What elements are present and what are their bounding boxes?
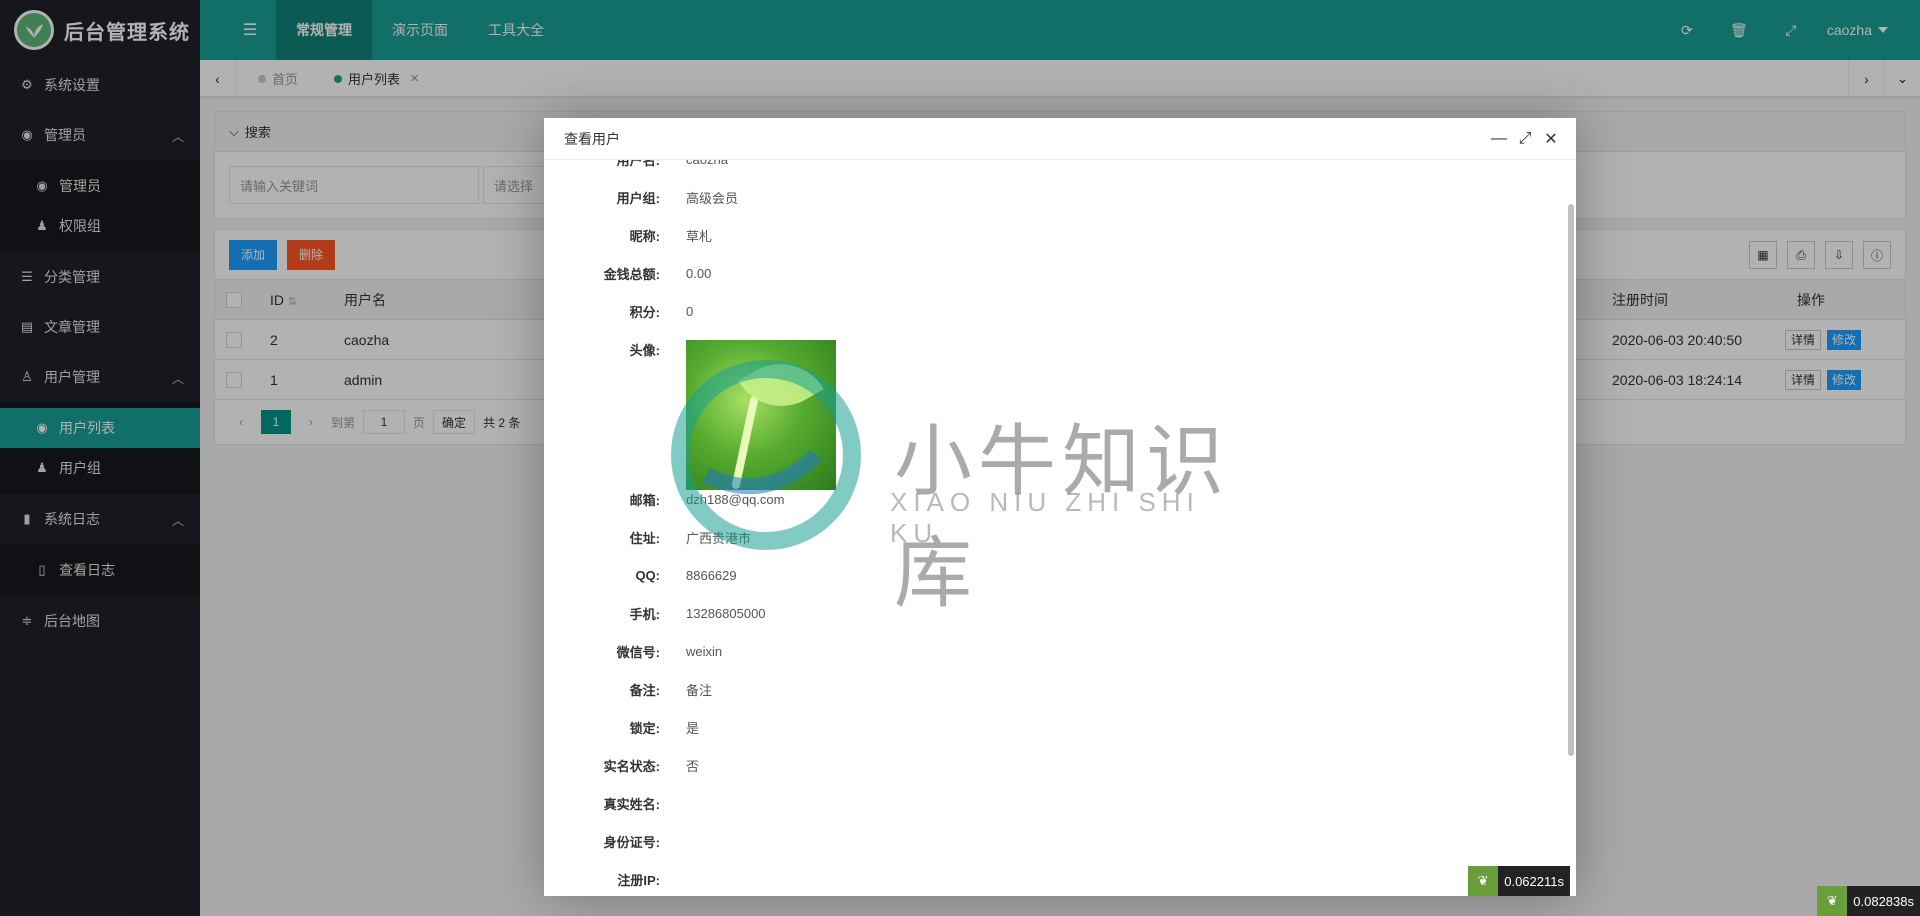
field-label: 头像: bbox=[629, 343, 660, 358]
field-label: 实名状态: bbox=[603, 758, 660, 774]
page-timing-badge: ❦ 0.082838s bbox=[1817, 886, 1920, 916]
field-label: 昵称: bbox=[629, 228, 660, 244]
field-value: 备注 bbox=[686, 682, 713, 698]
field-value: 8866629 bbox=[686, 567, 737, 583]
field-label: 积分: bbox=[629, 304, 660, 320]
field-qq: QQ: 8866629 bbox=[544, 556, 1576, 594]
field-value: 广西贵港市 bbox=[686, 530, 752, 546]
field-value: 0 bbox=[686, 303, 694, 319]
maximize-icon[interactable]: ⤢ bbox=[1514, 129, 1536, 149]
field-label: 备注: bbox=[629, 682, 660, 698]
field-avatar: 头像: bbox=[544, 330, 1576, 490]
field-wechat: 微信号: weixin bbox=[544, 632, 1576, 670]
field-label: 住址: bbox=[629, 530, 660, 546]
field-remark: 备注: 备注 bbox=[544, 670, 1576, 708]
field-value: 高级会员 bbox=[686, 190, 739, 206]
field-phone: 手机: 13286805000 bbox=[544, 594, 1576, 632]
field-label: 金钱总额: bbox=[603, 266, 660, 282]
field-value: caozha bbox=[676, 160, 728, 167]
modal-scrollbar[interactable] bbox=[1568, 204, 1574, 756]
field-value: 否 bbox=[686, 758, 700, 774]
field-value: 0.00 bbox=[686, 265, 712, 281]
leaf-logo-icon: ❦ bbox=[1468, 866, 1499, 896]
field-locked: 锁定: 是 bbox=[544, 708, 1576, 746]
field-label: 身份证号: bbox=[603, 834, 660, 850]
field-value: dzh188@qq.com bbox=[686, 491, 785, 507]
field-reg-ip: 注册IP: bbox=[544, 860, 1576, 896]
field-label: 手机: bbox=[629, 606, 660, 622]
leaf-logo-icon: ❦ bbox=[1817, 886, 1848, 916]
modal-title: 查看用户 bbox=[544, 118, 1576, 160]
field-label: 注册IP: bbox=[617, 872, 660, 888]
field-real-name: 真实姓名: bbox=[544, 784, 1576, 822]
view-user-modal: 查看用户 — ⤢ ✕ 用户名: caozha 用户组: 高级会员 昵称: 草札 … bbox=[544, 118, 1576, 896]
field-points: 积分: 0 bbox=[544, 292, 1576, 330]
field-label: QQ: bbox=[635, 567, 660, 583]
field-value: 13286805000 bbox=[686, 605, 766, 621]
field-value: weixin bbox=[686, 643, 723, 659]
field-user-group: 用户组: 高级会员 bbox=[544, 178, 1576, 216]
field-value: 是 bbox=[686, 720, 700, 736]
minimize-icon[interactable]: — bbox=[1488, 129, 1510, 149]
field-label: 真实姓名: bbox=[603, 796, 660, 812]
avatar-image bbox=[686, 340, 836, 490]
field-label: 锁定: bbox=[629, 720, 660, 736]
page-timing-value: 0.082838s bbox=[1853, 893, 1914, 909]
field-label: 用户组: bbox=[616, 190, 660, 206]
field-username: 用户名: caozha bbox=[544, 160, 1576, 178]
modal-timing-badge: ❦ 0.062211s bbox=[1468, 866, 1570, 896]
field-realname-status: 实名状态: 否 bbox=[544, 746, 1576, 784]
field-value: 草札 bbox=[686, 228, 713, 244]
field-address: 住址: 广西贵港市 bbox=[544, 518, 1576, 556]
modal-body: 用户名: caozha 用户组: 高级会员 昵称: 草札 金钱总额: 0.00 … bbox=[544, 160, 1576, 896]
field-nickname: 昵称: 草札 bbox=[544, 216, 1576, 254]
field-label: 微信号: bbox=[616, 644, 660, 660]
field-label: 邮箱: bbox=[629, 492, 660, 508]
field-id-number: 身份证号: bbox=[544, 822, 1576, 860]
field-label: 用户名: bbox=[616, 160, 660, 168]
field-money: 金钱总额: 0.00 bbox=[544, 254, 1576, 292]
modal-timing-value: 0.062211s bbox=[1504, 873, 1564, 889]
close-icon[interactable]: ✕ bbox=[1540, 129, 1562, 149]
